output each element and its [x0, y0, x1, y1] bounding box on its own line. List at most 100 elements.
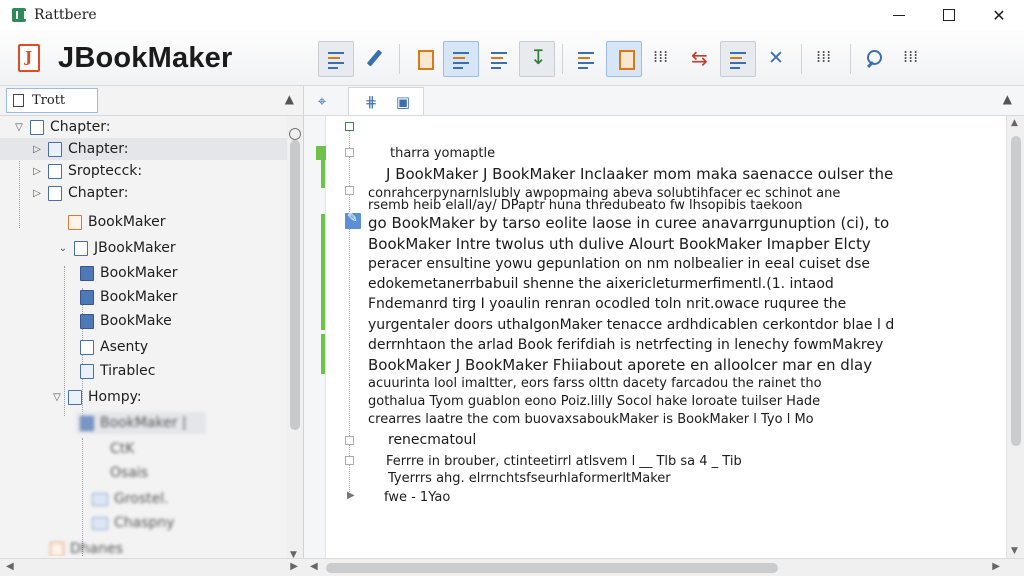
image-view-icon[interactable]: ▣: [389, 89, 417, 115]
editor-line: renecmatoul: [388, 432, 477, 448]
chapter-icon: [30, 119, 44, 135]
crosshair-icon[interactable]: ⌖: [308, 88, 336, 114]
editor-line: tharra yomaptle: [390, 146, 496, 161]
editor-horizontal-scrollbar[interactable]: ◀ ▶: [304, 558, 1024, 576]
chapter-tree: ▽ Chapter: ▷ Chapter: ▷ Sroptecck: ▷ Cha…: [0, 116, 288, 556]
list-icon: [488, 48, 510, 70]
scroll-left-icon[interactable]: ◀: [310, 561, 318, 572]
brand-logo-icon: [18, 44, 40, 72]
tree-item-label: BookMaker |: [100, 415, 187, 431]
toolbar-indent-button[interactable]: [519, 41, 555, 77]
tree-item[interactable]: ▷ Chapter:: [30, 182, 128, 204]
tree-item-label: JBookMaker: [94, 240, 176, 256]
tree-item[interactable]: ▽ Hompy:: [50, 386, 142, 408]
toolbar-align-center-button[interactable]: [443, 41, 479, 77]
tree-item[interactable]: Asenty: [76, 336, 148, 358]
toolbar-separator: [850, 44, 851, 74]
toolbar-list-button[interactable]: [481, 41, 517, 77]
title-bar: Rattbere ✕: [0, 0, 1024, 30]
tree-item-label: Sroptecck:: [68, 163, 143, 179]
toolbar-palette-button[interactable]: [807, 41, 843, 77]
tree-item-label: BookMaker: [100, 265, 178, 281]
toolbar-frame-button[interactable]: [720, 41, 756, 77]
grid-view-icon[interactable]: ⋕: [357, 89, 385, 115]
pen-icon: [363, 48, 385, 70]
editor-vertical-scrollbar[interactable]: ▲ ▼: [1006, 116, 1024, 558]
book-icon: [74, 240, 88, 256]
tree-item[interactable]: Dhanes: [46, 538, 123, 556]
expand-right-icon[interactable]: ▷: [30, 188, 44, 199]
scroll-left-icon[interactable]: ◀: [6, 561, 14, 572]
tree-item[interactable]: BookMaker |: [76, 412, 206, 434]
folder-icon: [92, 516, 108, 530]
chapter-icon: [48, 185, 62, 201]
expand-down-icon[interactable]: ⌄: [56, 243, 70, 254]
tree-item[interactable]: BookMaker: [76, 286, 177, 308]
editor-line: acuurinta lool imaltter, eors farss oltt…: [368, 376, 822, 391]
toolbar-columns-button[interactable]: [644, 41, 680, 77]
editor-scroll-thumb[interactable]: [1011, 136, 1021, 446]
left-scroll-thumb[interactable]: [290, 140, 300, 430]
tree-item[interactable]: ▷ Chapter:: [0, 138, 288, 160]
editor-tabbar: ⌖ ⋕ ▣ ▲: [304, 86, 1024, 116]
editor-line: gothalua Tyom guablon eono Poiz.lilly So…: [368, 394, 821, 409]
left-vertical-scrollbar[interactable]: ▼: [287, 116, 303, 576]
tree-item-label: Tirablec: [100, 363, 156, 379]
editor-line: crearres laatre the com buovaxsaboukMake…: [368, 412, 814, 427]
app-header: JBookMaker: [0, 30, 1024, 86]
columns-icon: [651, 47, 673, 70]
tree-item-label: Chaspny: [114, 515, 175, 531]
folder-icon: [50, 541, 64, 556]
editor-content[interactable]: tharra yomaptle J BookMaker J BookMaker …: [326, 116, 1006, 558]
tree-item[interactable]: BookMaker: [76, 262, 177, 284]
scroll-right-icon[interactable]: ▶: [290, 561, 298, 572]
folder-icon: [92, 492, 108, 506]
collapse-up-icon[interactable]: ▲: [1003, 92, 1012, 106]
editor-line: edokemetanerrbabuil shenne the aixericle…: [368, 276, 834, 292]
toolbar-search-button[interactable]: [856, 41, 892, 77]
tree-item[interactable]: BookMake: [76, 310, 172, 332]
tree-item[interactable]: ▽ Chapter:: [12, 116, 110, 138]
tree-item-label: Asenty: [100, 339, 149, 355]
tree-item-label: Osais: [110, 465, 149, 481]
tree-item[interactable]: ⌄ JBookMaker: [56, 237, 176, 259]
toolbar-outline-button[interactable]: [318, 41, 354, 77]
maximize-icon: [943, 9, 955, 21]
scroll-right-icon[interactable]: ▶: [992, 561, 1000, 572]
toolbar-insert-button[interactable]: [405, 41, 441, 77]
expand-right-icon[interactable]: ▷: [30, 144, 44, 155]
tree-item-label: Chapter:: [68, 141, 129, 157]
tree-item-label: Hompy:: [88, 389, 142, 405]
editor-line: fwe - 1Yao: [384, 490, 451, 505]
tree-item[interactable]: BookMaker: [50, 211, 165, 233]
tree-item[interactable]: Tirablec: [76, 360, 155, 382]
scroll-down-icon[interactable]: ▼: [1011, 546, 1018, 556]
toolbar-tools-button[interactable]: [758, 41, 794, 77]
expand-down-icon[interactable]: ▽: [50, 392, 64, 403]
maximize-button[interactable]: [924, 0, 974, 30]
scroll-up-icon[interactable]: ▲: [1011, 118, 1018, 128]
editor-hscroll-thumb[interactable]: [326, 563, 778, 573]
editor-line: Fndemanrd tirg I yoaulin renran ocodled …: [368, 296, 847, 312]
tree-item[interactable]: ▷ Sroptecck:: [30, 160, 142, 182]
paragraph-icon: [575, 48, 597, 70]
toolbar-paragraph-button[interactable]: [568, 41, 604, 77]
toolbar-page-button[interactable]: [606, 41, 642, 77]
tree-item[interactable]: Chaspny: [88, 512, 175, 534]
tree-item[interactable]: Grostel.: [88, 488, 169, 510]
minimize-button[interactable]: [874, 0, 924, 30]
toolbar-edit-button[interactable]: [356, 41, 392, 77]
left-horizontal-scrollbar[interactable]: ◀ ▶: [0, 558, 304, 576]
change-bar: [321, 146, 325, 188]
expand-right-icon[interactable]: ▷: [30, 166, 44, 177]
close-button[interactable]: ✕: [974, 0, 1024, 30]
collapse-up-icon[interactable]: ▲: [285, 92, 294, 106]
editor-line: yurgentaler doors uthaIgonMaker tenacce …: [368, 317, 895, 333]
tree-item[interactable]: CtK: [110, 438, 134, 460]
toolbar-swap-button[interactable]: [682, 41, 718, 77]
toolbar-separator: [399, 44, 400, 74]
toolbar-replace-button[interactable]: [894, 41, 930, 77]
tree-tab[interactable]: Trott: [6, 88, 98, 113]
expand-down-icon[interactable]: ▽: [12, 122, 26, 133]
tree-item[interactable]: Osais: [110, 462, 148, 484]
